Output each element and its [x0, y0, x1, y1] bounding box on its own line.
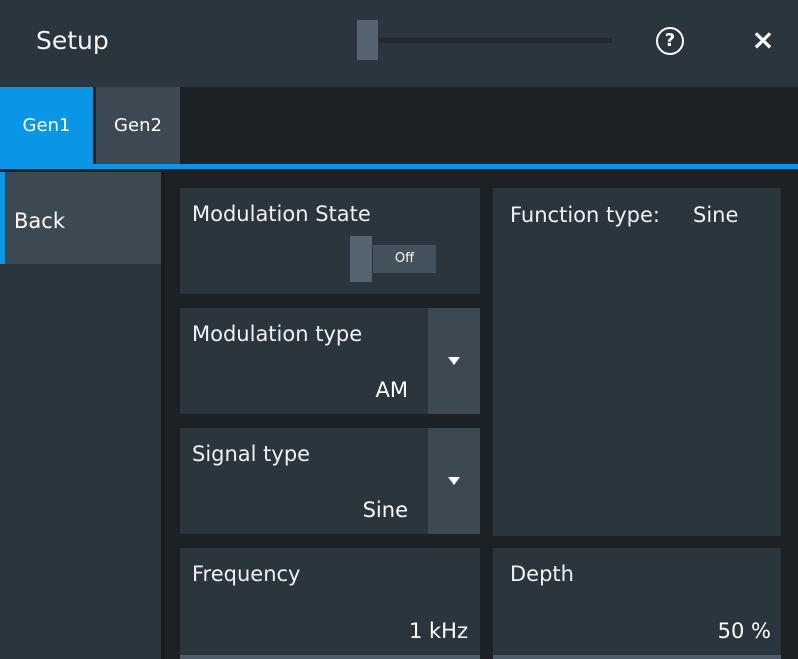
modulation-type-dropdown[interactable]: Modulation type AM — [180, 308, 480, 414]
frequency-value: 1 kHz — [408, 619, 468, 643]
modulation-type-dropdown-button[interactable] — [428, 308, 480, 414]
depth-underline — [493, 655, 781, 659]
frequency-underline — [180, 655, 480, 659]
window-title: Setup — [36, 26, 109, 55]
modulation-type-value: AM — [375, 378, 408, 402]
close-icon[interactable]: × — [747, 20, 779, 60]
drag-handle[interactable] — [357, 20, 378, 60]
modulation-state-toggle[interactable]: Off — [350, 236, 436, 282]
modulation-state-panel: Modulation State Off — [180, 188, 480, 294]
tab-bar: Gen1 Gen2 — [0, 87, 798, 165]
sidebar-divider — [161, 172, 165, 659]
frequency-field[interactable]: Frequency 1 kHz — [180, 548, 480, 659]
help-icon[interactable]: ? — [656, 27, 684, 55]
function-type-panel: Function type: Sine — [493, 188, 781, 536]
back-button-label: Back — [14, 209, 65, 233]
modulation-state-label: Modulation State — [192, 202, 371, 226]
toggle-off-label: Off — [373, 245, 436, 273]
signal-type-value: Sine — [362, 498, 408, 522]
function-type-value: Sine — [693, 203, 739, 227]
signal-type-dropdown-button[interactable] — [428, 428, 480, 534]
depth-label: Depth — [510, 562, 574, 586]
tab-underline — [0, 164, 798, 169]
tab-gen2[interactable]: Gen2 — [96, 87, 180, 165]
title-bar: Setup ? × — [0, 0, 798, 87]
modulation-type-label: Modulation type — [192, 322, 363, 346]
toggle-knob — [350, 236, 372, 282]
tab-gen1[interactable]: Gen1 — [0, 87, 93, 165]
function-type-label: Function type: — [510, 203, 660, 227]
frequency-label: Frequency — [192, 562, 301, 586]
depth-field[interactable]: Depth 50 % — [493, 548, 781, 659]
signal-type-dropdown[interactable]: Signal type Sine — [180, 428, 480, 534]
chevron-down-icon — [448, 477, 460, 485]
drag-track — [378, 38, 612, 43]
chevron-down-icon — [448, 357, 460, 365]
depth-value: 50 % — [717, 619, 771, 643]
back-button[interactable]: Back — [0, 172, 161, 264]
signal-type-label: Signal type — [192, 442, 311, 466]
